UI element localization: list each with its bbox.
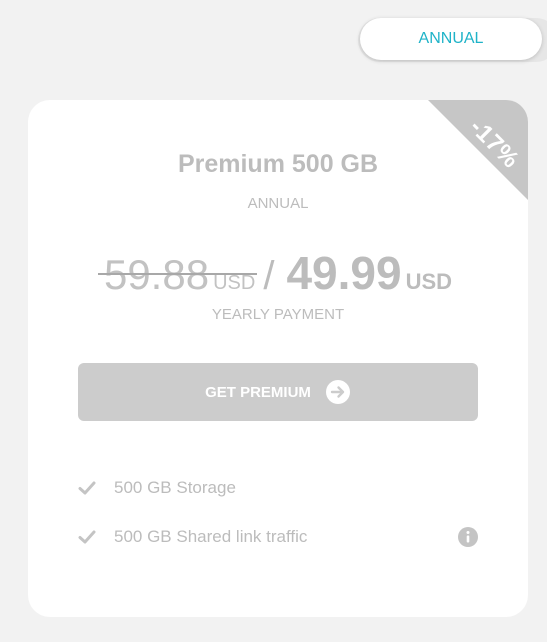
plan-period: ANNUAL: [247, 195, 309, 212]
pricing-page: ANNUAL -17% Premium 500 GB ANNUAL 59.88 …: [0, 0, 547, 642]
new-price-amount: 49.99: [286, 247, 402, 299]
feature-label: 500 GB Storage: [114, 478, 236, 497]
price-row: 59.88 USD / 49.99 USD: [28, 246, 528, 300]
arrow-right-circle-icon: [325, 380, 350, 404]
price-separator: /: [263, 254, 275, 298]
get-premium-button[interactable]: GET PREMIUM: [78, 363, 478, 421]
plan-title: Premium 500 GB: [177, 150, 379, 178]
check-icon: [78, 481, 96, 495]
old-price-amount: 59.88: [103, 251, 210, 298]
check-icon: [78, 530, 96, 544]
feature-label: 500 GB Shared link traffic: [114, 527, 308, 546]
old-price-strikethrough: [97, 273, 258, 275]
payment-label: YEARLY PAYMENT: [211, 306, 345, 323]
get-premium-button-label: GET PREMIUM: [205, 383, 311, 401]
plan-card: -17% Premium 500 GB ANNUAL 59.88 USD / 4…: [28, 100, 528, 617]
old-price: 59.88 USD: [97, 251, 258, 299]
billing-toggle[interactable]: ANNUAL: [358, 18, 547, 62]
billing-toggle-annual-option[interactable]: ANNUAL: [360, 18, 542, 60]
feature-item: 500 GB Shared link traffic: [78, 524, 478, 550]
old-price-currency: USD: [213, 272, 256, 294]
new-price-currency: USD: [405, 269, 453, 294]
feature-item: 500 GB Storage: [78, 475, 478, 501]
info-icon[interactable]: [458, 527, 478, 547]
